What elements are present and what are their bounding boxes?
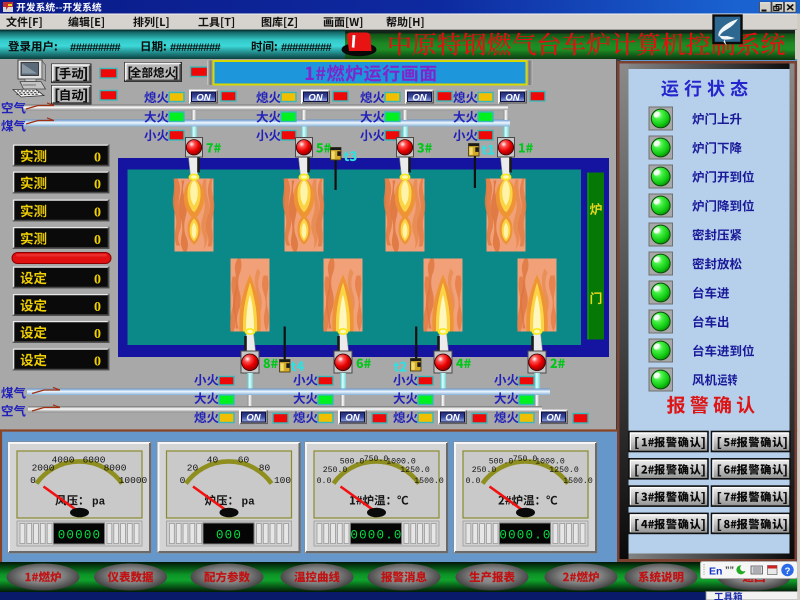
svg-text:]: ] xyxy=(701,517,705,532)
svg-text:0000.0: 0000.0 xyxy=(350,528,402,542)
svg-text:000: 000 xyxy=(216,528,242,542)
svg-text:0000.0: 0000.0 xyxy=(499,528,551,542)
svg-text:]: ] xyxy=(783,435,787,450)
svg-text:ON: ON xyxy=(505,92,520,103)
svg-text:]: ] xyxy=(783,489,787,504)
svg-text:0: 0 xyxy=(94,300,101,315)
svg-text:60: 60 xyxy=(238,455,250,466)
svg-text:[: [ xyxy=(635,462,640,477)
svg-text:500.0: 500.0 xyxy=(489,458,514,467)
svg-text:100: 100 xyxy=(274,475,291,486)
svg-text:80: 80 xyxy=(259,463,271,474)
svg-text:]: ] xyxy=(83,66,88,82)
svg-text:]: ] xyxy=(783,517,787,532)
svg-text:1500.0: 1500.0 xyxy=(563,477,593,486)
svg-text:pa: pa xyxy=(242,497,256,509)
svg-text:8000: 8000 xyxy=(104,463,127,474)
svg-text:]: ] xyxy=(701,489,705,504)
svg-text:0: 0 xyxy=(94,233,101,248)
svg-text:]: ] xyxy=(83,88,88,104)
svg-text:0: 0 xyxy=(94,327,101,342)
svg-text:0: 0 xyxy=(30,475,36,486)
svg-text:[: [ xyxy=(717,462,722,477)
svg-text:pa: pa xyxy=(92,497,106,509)
svg-text:1250.0: 1250.0 xyxy=(549,466,579,475)
svg-text:0: 0 xyxy=(94,206,101,221)
svg-text:0: 0 xyxy=(180,475,186,486)
svg-text:””: ”” xyxy=(725,565,734,575)
svg-text:10000: 10000 xyxy=(119,475,148,486)
svg-text:?: ? xyxy=(785,566,791,577)
svg-text:[: [ xyxy=(717,435,722,450)
svg-text:]: ] xyxy=(701,462,705,477)
svg-text:0: 0 xyxy=(94,178,101,193)
svg-text:#########: ######### xyxy=(170,42,221,54)
svg-text:500.0: 500.0 xyxy=(340,458,365,467)
svg-text:#########: ######### xyxy=(281,42,332,54)
svg-text:0: 0 xyxy=(94,151,101,166)
svg-text:250.0: 250.0 xyxy=(472,466,497,475)
svg-text:[: [ xyxy=(717,489,722,504)
svg-text:ON: ON xyxy=(445,413,460,424)
svg-text:]: ] xyxy=(701,435,705,450)
svg-text:4000: 4000 xyxy=(52,455,75,466)
svg-text:]: ] xyxy=(783,462,787,477)
svg-text:0.0: 0.0 xyxy=(317,477,332,486)
svg-text:250.0: 250.0 xyxy=(323,466,348,475)
svg-text:[: [ xyxy=(55,88,60,104)
svg-text:20: 20 xyxy=(187,463,199,474)
svg-text:#########: ######### xyxy=(70,42,121,54)
svg-text:ON: ON xyxy=(412,92,427,103)
svg-text:750.0: 750.0 xyxy=(364,455,389,464)
svg-text:[: [ xyxy=(55,66,60,82)
svg-text:ON: ON xyxy=(546,413,561,424)
svg-text:6000: 6000 xyxy=(83,455,106,466)
svg-text:[: [ xyxy=(635,489,640,504)
svg-text:ON: ON xyxy=(308,92,323,103)
svg-text:00000: 00000 xyxy=(58,528,102,542)
svg-text:0: 0 xyxy=(94,355,101,370)
svg-text:[: [ xyxy=(635,517,640,532)
svg-text:0.0: 0.0 xyxy=(466,477,481,486)
svg-text:1250.0: 1250.0 xyxy=(400,466,430,475)
svg-text:ON: ON xyxy=(345,413,360,424)
svg-text:1500.0: 1500.0 xyxy=(414,477,444,486)
svg-text:[: [ xyxy=(717,517,722,532)
svg-text:750.0: 750.0 xyxy=(513,455,538,464)
svg-text:ON: ON xyxy=(246,413,261,424)
svg-text:ON: ON xyxy=(196,92,211,103)
svg-text:[: [ xyxy=(635,435,640,450)
svg-text:En: En xyxy=(709,566,722,578)
svg-text:0: 0 xyxy=(94,273,101,288)
svg-text:40: 40 xyxy=(207,455,219,466)
